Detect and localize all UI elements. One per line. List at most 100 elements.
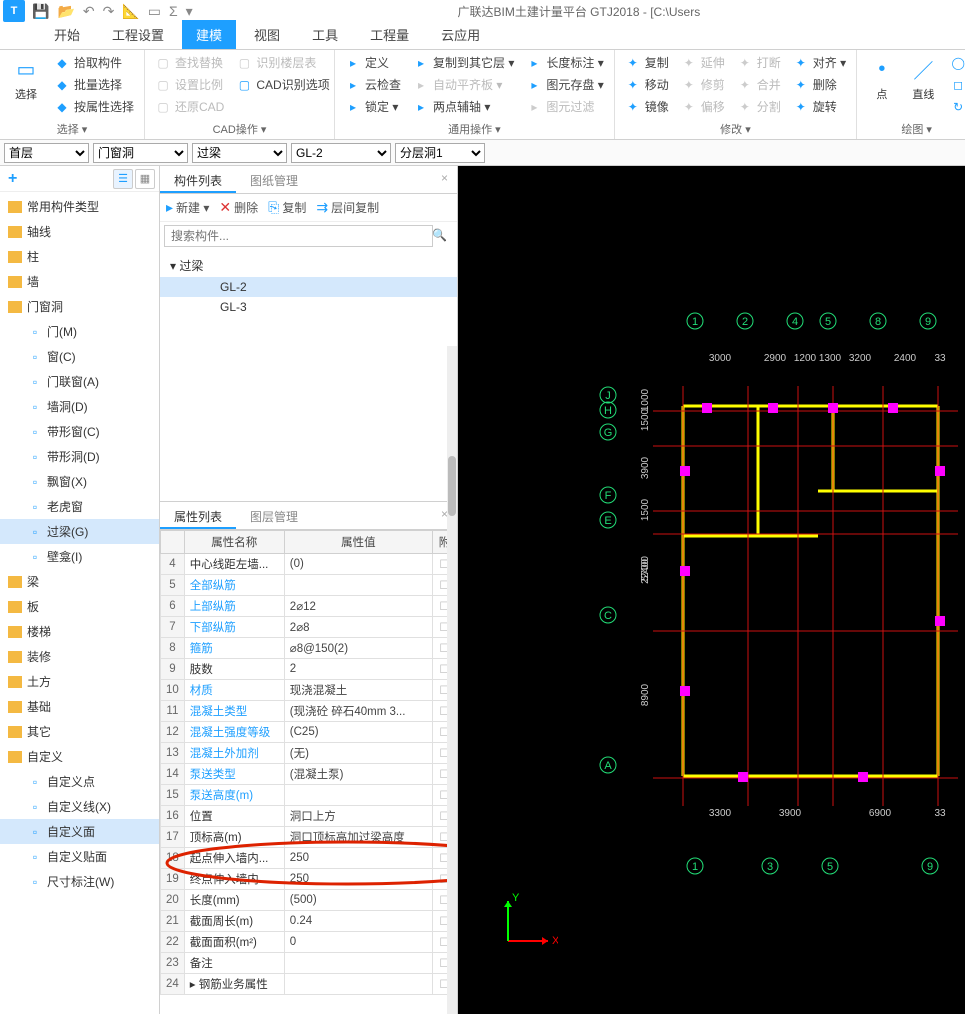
nav-item-带形洞(D)[interactable]: ▫带形洞(D) xyxy=(0,444,159,469)
nav-item-自定义面[interactable]: ▫自定义面 xyxy=(0,819,159,844)
qat-save-icon[interactable]: 💾 xyxy=(32,3,49,20)
nav-item-土方[interactable]: 土方 xyxy=(0,669,159,694)
group-label-cad[interactable]: CAD操作 ▾ xyxy=(151,119,328,139)
prop-value[interactable]: 250 xyxy=(284,869,432,890)
prop-value[interactable]: 洞口上方 xyxy=(284,806,432,827)
cad-item[interactable]: ▢还原CAD xyxy=(151,96,228,117)
common-item[interactable]: ▸复制到其它层 ▾ xyxy=(409,52,518,73)
prop-value[interactable]: 0.24 xyxy=(284,911,432,932)
prop-value[interactable]: 2 xyxy=(284,659,432,680)
prop-row-12[interactable]: 12混凝土强度等级(C25)☐ xyxy=(161,722,457,743)
draw-line-button[interactable]: ／直线 xyxy=(905,52,943,104)
nav-item-带形窗(C)[interactable]: ▫带形窗(C) xyxy=(0,419,159,444)
group-label-common[interactable]: 通用操作 ▾ xyxy=(341,119,608,139)
modify-item[interactable]: ✦分割 xyxy=(733,96,785,117)
drawing-viewport[interactable]: 124589JHGFECA1359 3000290012001300320024… xyxy=(458,166,965,1014)
prop-row-22[interactable]: 22截面面积(m²)0☐ xyxy=(161,932,457,953)
tab-drawing-manage[interactable]: 图纸管理 xyxy=(236,166,312,193)
group-label-select[interactable]: 选择 ▾ xyxy=(6,119,138,139)
modify-item[interactable]: ✦旋转 xyxy=(789,96,850,117)
copy-button[interactable]: ⎘复制 xyxy=(268,199,306,216)
list-view-icon[interactable]: ☰ xyxy=(113,169,133,189)
cad-item[interactable]: ▢查找替换 xyxy=(151,52,228,73)
ribbon-tab-4[interactable]: 工具 xyxy=(298,20,352,49)
prop-row-20[interactable]: 20长度(mm)(500)☐ xyxy=(161,890,457,911)
ribbon-tab-0[interactable]: 开始 xyxy=(40,20,94,49)
prop-value[interactable]: 250 xyxy=(284,848,432,869)
tab-layer-manage[interactable]: 图层管理 xyxy=(236,502,312,529)
prop-value[interactable]: (500) xyxy=(284,890,432,911)
prop-value[interactable]: 2⌀12 xyxy=(284,596,432,617)
prop-value[interactable] xyxy=(284,974,432,995)
close-icon[interactable]: × xyxy=(436,169,453,187)
tab-property-list[interactable]: 属性列表 xyxy=(160,502,236,529)
nav-item-轴线[interactable]: 轴线 xyxy=(0,219,159,244)
add-button[interactable]: + xyxy=(4,170,21,188)
nav-item-基础[interactable]: 基础 xyxy=(0,694,159,719)
qat-dropdown-icon[interactable]: ▾ xyxy=(186,3,193,20)
prop-value[interactable]: ⌀8@150(2) xyxy=(284,638,432,659)
new-button[interactable]: ▸新建 ▾ xyxy=(166,199,209,216)
prop-row-4[interactable]: 4中心线距左墙...(0)☐ xyxy=(161,554,457,575)
nav-item-其它[interactable]: 其它 xyxy=(0,719,159,744)
common-item[interactable]: ▸锁定 ▾ xyxy=(341,96,405,117)
cad-item[interactable]: ▢识别楼层表 xyxy=(232,52,333,73)
modify-item[interactable]: ✦删除 xyxy=(789,74,850,95)
nav-item-门(M)[interactable]: ▫门(M) xyxy=(0,319,159,344)
qat-redo-icon[interactable]: ↷ xyxy=(103,3,115,20)
prop-row-24[interactable]: 24▸ 钢筋业务属性☐ xyxy=(161,974,457,995)
prop-row-9[interactable]: 9肢数2☐ xyxy=(161,659,457,680)
prop-value[interactable]: 0 xyxy=(284,932,432,953)
qat-sum-icon[interactable]: Σ xyxy=(169,3,178,20)
prop-row-19[interactable]: 19终点伸入墙内...250☐ xyxy=(161,869,457,890)
nav-item-窗(C)[interactable]: ▫窗(C) xyxy=(0,344,159,369)
select-button[interactable]: ▭ 选择 xyxy=(6,52,46,104)
prop-value[interactable]: (C25) xyxy=(284,722,432,743)
modify-item[interactable]: ✦复制 xyxy=(621,52,673,73)
common-item[interactable]: ▸定义 xyxy=(341,52,405,73)
nav-item-过梁(G)[interactable]: ▫过梁(G) xyxy=(0,519,159,544)
nav-item-自定义点[interactable]: ▫自定义点 xyxy=(0,769,159,794)
select-item[interactable]: ◆批量选择 xyxy=(50,74,138,95)
nav-item-壁龛(I)[interactable]: ▫壁龛(I) xyxy=(0,544,159,569)
ribbon-tab-2[interactable]: 建模 xyxy=(182,20,236,49)
prop-value[interactable] xyxy=(284,953,432,974)
prop-value[interactable] xyxy=(284,575,432,596)
common-item[interactable]: ▸图元存盘 ▾ xyxy=(522,74,607,95)
comp-root[interactable]: ▾ 过梁 xyxy=(160,254,457,277)
prop-value[interactable]: (现浇砼 碎石40mm 3... xyxy=(284,701,432,722)
ribbon-tab-5[interactable]: 工程量 xyxy=(356,20,423,49)
qat-undo-icon[interactable]: ↶ xyxy=(83,3,95,20)
cad-item[interactable]: ▢设置比例 xyxy=(151,74,228,95)
nav-item-尺寸标注(W)[interactable]: ▫尺寸标注(W) xyxy=(0,869,159,894)
common-item[interactable]: ▸自动平齐板 ▾ xyxy=(409,74,518,95)
prop-value[interactable]: (无) xyxy=(284,743,432,764)
prop-row-6[interactable]: 6上部纵筋2⌀12☐ xyxy=(161,596,457,617)
nav-item-装修[interactable]: 装修 xyxy=(0,644,159,669)
search-icon[interactable]: 🔍 xyxy=(432,228,447,242)
prop-row-5[interactable]: 5全部纵筋☐ xyxy=(161,575,457,596)
nav-item-自定义[interactable]: 自定义 xyxy=(0,744,159,769)
nav-item-门联窗(A)[interactable]: ▫门联窗(A) xyxy=(0,369,159,394)
nav-item-门窗洞[interactable]: 门窗洞 xyxy=(0,294,159,319)
modify-item[interactable]: ✦打断 xyxy=(733,52,785,73)
select-item[interactable]: ◆按属性选择 xyxy=(50,96,138,117)
common-item[interactable]: ▸图元过滤 xyxy=(522,96,607,117)
prop-row-13[interactable]: 13混凝土外加剂(无)☐ xyxy=(161,743,457,764)
group-label-modify[interactable]: 修改 ▾ xyxy=(621,119,850,139)
nav-item-墙[interactable]: 墙 xyxy=(0,269,159,294)
nav-item-自定义线(X)[interactable]: ▫自定义线(X) xyxy=(0,794,159,819)
draw-extra[interactable]: ◯ xyxy=(946,52,965,73)
draw-extra[interactable]: ↻ xyxy=(946,96,965,117)
common-item[interactable]: ▸两点辅轴 ▾ xyxy=(409,96,518,117)
layer-copy-button[interactable]: ⇉层间复制 xyxy=(316,199,379,216)
modify-item[interactable]: ✦移动 xyxy=(621,74,673,95)
prop-row-18[interactable]: 18起点伸入墙内...250☐ xyxy=(161,848,457,869)
prop-row-21[interactable]: 21截面周长(m)0.24☐ xyxy=(161,911,457,932)
nav-item-楼梯[interactable]: 楼梯 xyxy=(0,619,159,644)
group-label-draw[interactable]: 绘图 ▾ xyxy=(863,119,965,139)
common-item[interactable]: ▸云检查 xyxy=(341,74,405,95)
prop-row-14[interactable]: 14泵送类型(混凝土泵)☐ xyxy=(161,764,457,785)
modify-item[interactable]: ✦偏移 xyxy=(677,96,729,117)
floor-select[interactable]: 首层 xyxy=(4,143,89,163)
